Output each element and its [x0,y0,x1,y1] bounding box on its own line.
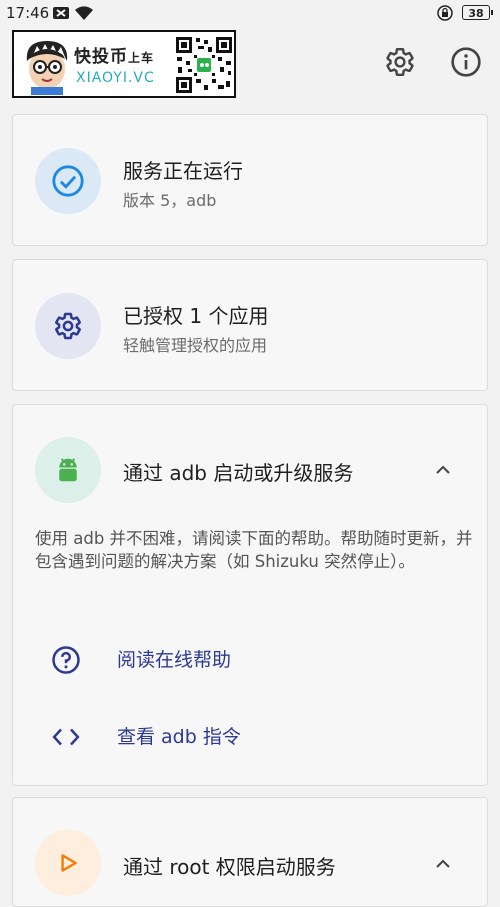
chevron-up-icon[interactable] [431,458,455,482]
code-icon [52,728,80,746]
notification-icon [53,7,69,19]
adb-badge [35,437,101,503]
authorized-apps-badge [35,293,101,359]
service-status-subtitle: 版本 5，adb [123,191,217,210]
banner-brand: 快投币上车 [74,47,155,67]
root-badge [35,830,101,896]
status-time: 17:46 [6,4,50,22]
android-icon [59,458,77,482]
wifi-icon [75,6,93,20]
read-online-help-button[interactable]: 阅读在线帮助 [35,631,465,687]
service-status-card: 服务正在运行 版本 5，adb [12,114,488,246]
root-card-title: 通过 root 权限启动服务 [123,855,336,879]
service-status-badge [35,148,101,214]
check-circle-icon [52,165,84,197]
root-start-card: 通过 root 权限启动服务 [12,797,488,907]
play-icon [61,854,77,872]
status-bar: 17:46 38 [0,0,500,26]
gear-icon [55,312,81,340]
battery-indicator: 38 [462,5,493,20]
authorized-apps-card[interactable]: 已授权 1 个应用 轻触管理授权的应用 [12,259,488,391]
help-circle-icon [52,646,80,674]
adb-card-title: 通过 adb 启动或升级服务 [123,461,354,485]
read-online-help-label: 阅读在线帮助 [117,649,232,671]
view-adb-command-label: 查看 adb 指令 [117,726,241,748]
banner-site: XIAOYI.VC [76,70,155,86]
lock-rotation-icon [437,5,453,21]
chevron-up-icon[interactable] [431,852,455,876]
info-icon[interactable] [450,46,482,78]
authorized-apps-title: 已授权 1 个应用 [123,304,269,328]
authorized-apps-subtitle: 轻触管理授权的应用 [123,336,268,355]
qr-code-icon [174,35,234,95]
avatar-cartoon-icon [26,41,68,95]
adb-start-card: 通过 adb 启动或升级服务 使用 adb 并不困难，请阅读下面的帮助。帮助随时… [12,404,488,786]
settings-icon[interactable] [384,46,416,78]
view-adb-command-button[interactable]: 查看 adb 指令 [35,708,465,764]
banner-ad[interactable]: 快投币上车 XIAOYI.VC [12,30,236,98]
service-status-title: 服务正在运行 [123,159,243,183]
adb-description: 使用 adb 并不困难，请阅读下面的帮助。帮助随时更新，并包含遇到问题的解决方案… [35,529,473,571]
